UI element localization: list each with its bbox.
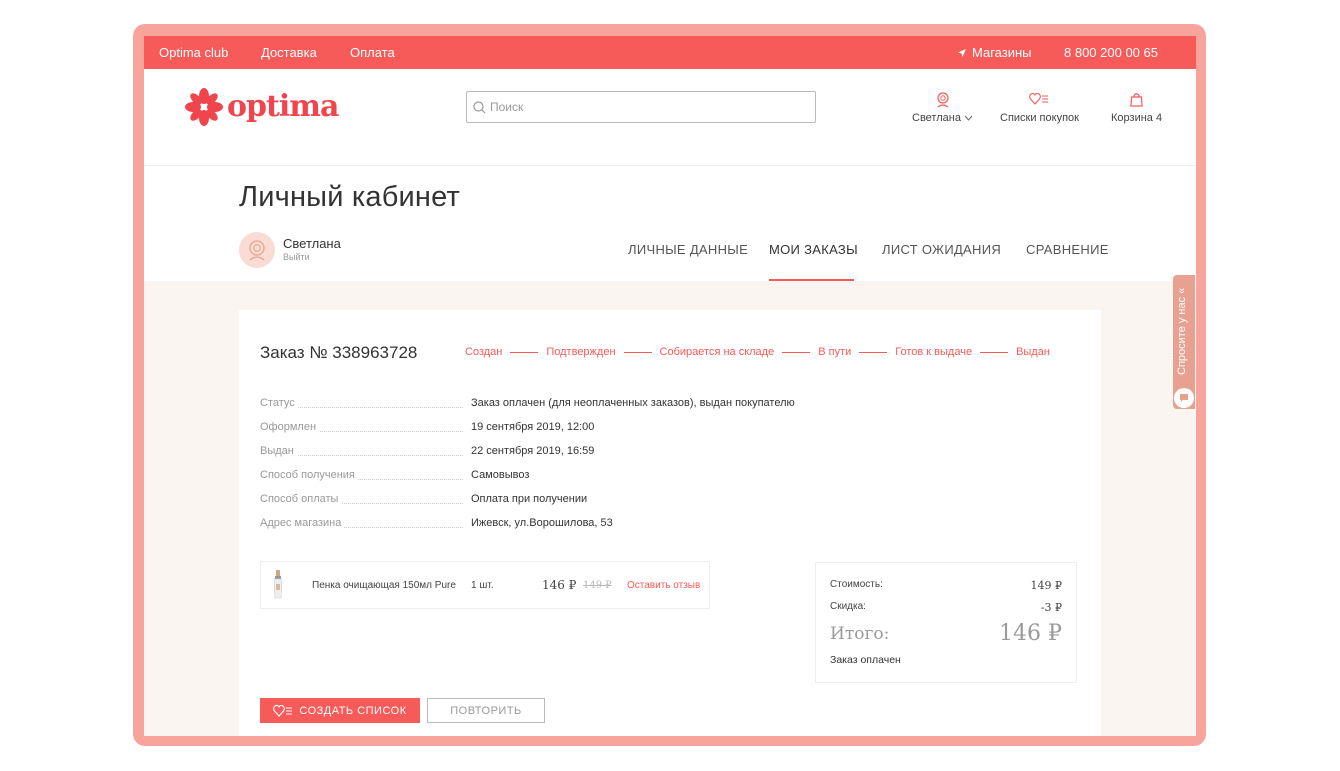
- topbar-link-payment[interactable]: Оплата: [350, 45, 395, 60]
- discount-value: -3 ₽: [1040, 601, 1062, 614]
- product-thumbnail[interactable]: [271, 570, 285, 600]
- shops-label: Магазины: [972, 45, 1032, 60]
- repeat-order-label: ПОВТОРИТЬ: [450, 704, 522, 717]
- info-value: Самовывоз: [471, 469, 530, 481]
- logo-wordmark: optima: [227, 89, 339, 124]
- user-avatar-icon: [249, 240, 265, 261]
- tab-personal-data[interactable]: ЛИЧНЫЕ ДАННЫЕ: [628, 242, 748, 257]
- chevron-down-icon: [964, 115, 973, 121]
- step-issued: Выдан: [1016, 346, 1050, 358]
- tab-waitlist[interactable]: ЛИСТ ОЖИДАНИЯ: [882, 242, 1001, 257]
- shopping-lists-label: Списки покупок: [1000, 112, 1079, 124]
- info-key: Адрес магазина: [260, 517, 345, 529]
- search-icon: [473, 100, 486, 113]
- browser-screen: Optima club Доставка Оплата Магазины 8 8…: [144, 36, 1196, 736]
- topbar-link-delivery[interactable]: Доставка: [261, 45, 317, 60]
- step-ready: Готов к выдаче: [895, 346, 973, 358]
- step-connector: [623, 351, 652, 353]
- tab-compare[interactable]: СРАВНЕНИЕ: [1026, 242, 1109, 257]
- cost-label: Стоимость:: [830, 579, 883, 590]
- shops-link[interactable]: Магазины: [957, 45, 1032, 60]
- create-list-label: СОЗДАТЬ СПИСОК: [299, 704, 407, 717]
- user-menu-label: Светлана: [912, 112, 961, 124]
- step-connector: [510, 351, 539, 353]
- user-name: Светлана: [283, 236, 341, 251]
- info-value: 22 сентября 2019, 16:59: [471, 445, 595, 457]
- top-bar: Optima club Доставка Оплата Магазины 8 8…: [144, 36, 1196, 69]
- heart-list-icon: [273, 704, 293, 717]
- step-assembling: Собирается на складе: [659, 346, 775, 358]
- leave-review-link[interactable]: Оставить отзыв: [627, 580, 700, 591]
- user-menu[interactable]: Светлана: [912, 92, 973, 124]
- step-created: Создан: [465, 346, 503, 358]
- shopping-bag-icon: [1130, 93, 1143, 107]
- info-key: Статус: [260, 397, 298, 409]
- ask-us-label: Спросите у нас «: [1176, 287, 1188, 375]
- phone-number[interactable]: 8 800 200 00 65: [1064, 45, 1158, 60]
- info-row-delivery-method: Способ получения Самовывоз: [260, 469, 860, 483]
- cart-label: Корзина 4: [1111, 112, 1163, 124]
- repeat-order-button[interactable]: ПОВТОРИТЬ: [427, 698, 545, 723]
- product-name[interactable]: Пенка очищающая 150мл Pure: [312, 580, 456, 591]
- product-price: 146 ₽: [542, 578, 577, 592]
- avatar: [239, 232, 275, 268]
- total-value: 146 ₽: [999, 621, 1062, 646]
- info-key: Выдан: [260, 445, 297, 457]
- info-value: 19 сентября 2019, 12:00: [471, 421, 595, 433]
- info-key: Оформлен: [260, 421, 320, 433]
- product-qty: 1 шт.: [471, 580, 494, 591]
- tab-my-orders[interactable]: МОИ ЗАКАЗЫ: [769, 242, 858, 257]
- user-icon: [936, 92, 949, 108]
- optima-flower-icon: [185, 88, 223, 126]
- payment-status: Заказ оплачен: [830, 654, 901, 666]
- total-label: Итого:: [830, 624, 890, 644]
- search-input[interactable]: [490, 100, 790, 114]
- shopping-lists-link[interactable]: Списки покупок: [1000, 92, 1079, 124]
- discount-label: Скидка:: [830, 601, 866, 612]
- site-logo[interactable]: optima: [185, 88, 339, 126]
- step-in-transit: В пути: [818, 346, 852, 358]
- cost-value: 149 ₽: [1030, 579, 1063, 592]
- info-key: Способ получения: [260, 469, 358, 481]
- chat-bubble-icon: [1174, 388, 1194, 408]
- cart-link[interactable]: Корзина 4: [1111, 92, 1162, 124]
- step-confirmed: Подтвержден: [546, 346, 616, 358]
- step-connector: [859, 351, 888, 353]
- info-row-issued: Выдан 22 сентября 2019, 16:59: [260, 445, 860, 459]
- topbar-link-club[interactable]: Optima club: [159, 45, 228, 60]
- order-progress: Создан Подтвержден Собирается на складе …: [465, 346, 1050, 358]
- step-connector: [980, 351, 1009, 353]
- info-value: Ижевск, ул.Ворошилова, 53: [471, 517, 613, 529]
- step-connector: [782, 351, 811, 353]
- ask-us-side-tab[interactable]: Спросите у нас «: [1173, 275, 1195, 409]
- info-row-store-address: Адрес магазина Ижевск, ул.Ворошилова, 53: [260, 517, 860, 531]
- order-summary: Стоимость: 149 ₽ Скидка: -3 ₽ Итого: 146…: [815, 562, 1077, 683]
- logout-link[interactable]: Выйти: [283, 252, 310, 262]
- create-list-button[interactable]: СОЗДАТЬ СПИСОК: [260, 698, 420, 723]
- info-row-status: Статус Заказ оплачен (для неоплаченных з…: [260, 397, 860, 411]
- info-key: Способ оплаты: [260, 493, 342, 505]
- heart-list-icon: [1029, 92, 1049, 105]
- page-title: Личный кабинет: [239, 181, 460, 213]
- order-item: Пенка очищающая 150мл Pure 1 шт. 146 ₽ 1…: [260, 561, 710, 609]
- info-value: Заказ оплачен (для неоплаченных заказов)…: [471, 397, 795, 409]
- product-old-price: 149 ₽: [583, 580, 612, 591]
- info-row-payment-method: Способ оплаты Оплата при получении: [260, 493, 860, 507]
- info-row-created: Оформлен 19 сентября 2019, 12:00: [260, 421, 860, 435]
- order-title: Заказ № 338963728: [260, 343, 418, 362]
- info-value: Оплата при получении: [471, 493, 588, 505]
- location-arrow-icon: [958, 48, 966, 57]
- search-box[interactable]: [466, 91, 816, 123]
